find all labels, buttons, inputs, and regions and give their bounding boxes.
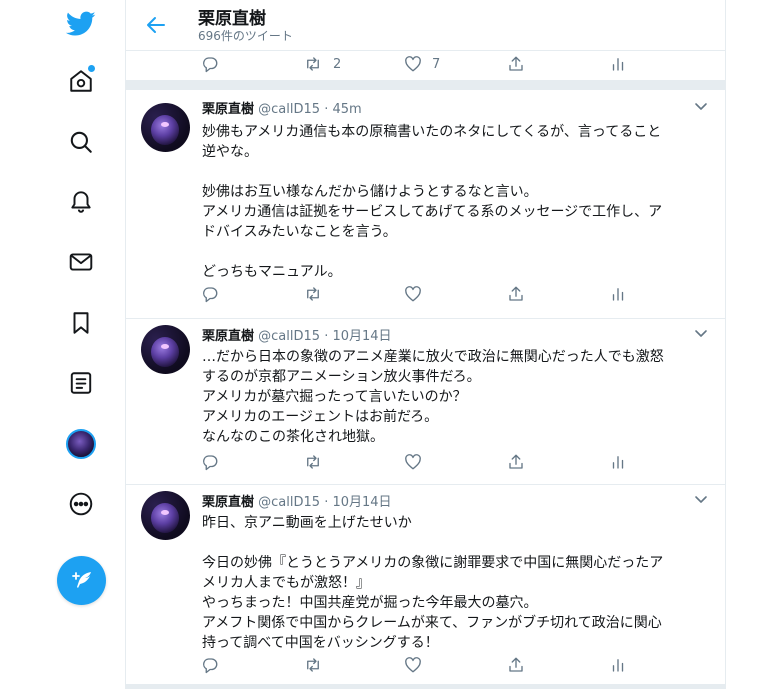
share-button[interactable] xyxy=(507,55,525,73)
share-icon xyxy=(509,454,523,469)
like-button[interactable] xyxy=(404,656,422,674)
side-navigation xyxy=(0,0,125,689)
handle[interactable]: @callD15 xyxy=(258,102,320,117)
chevron-down-icon[interactable] xyxy=(693,325,709,341)
display-name[interactable]: 栗原直樹 xyxy=(202,329,254,344)
share-button[interactable] xyxy=(507,656,525,674)
meta-dot: · xyxy=(324,102,329,117)
tweet[interactable]: 栗原直樹 @callD15 · 10月14日 …だから日本の象徴のアニメ産業に放… xyxy=(126,319,725,485)
heart-icon xyxy=(405,56,421,72)
back-arrow-icon[interactable] xyxy=(143,12,169,38)
tweet[interactable]: 栗原直樹 @callD15 · 10月14日 昨日、京アニ動画を上げたせいか 今… xyxy=(126,485,725,685)
tweet-actions xyxy=(126,448,725,474)
retweet-button[interactable] xyxy=(303,285,323,303)
avatar[interactable] xyxy=(141,103,190,152)
analytics-icon xyxy=(612,659,624,672)
share-icon xyxy=(509,286,523,301)
timeline-column: 栗原直樹 696件のツイート 2 7 栗原直樹 @callD15 · 45m 妙… xyxy=(125,0,726,689)
timestamp[interactable]: 10月14日 xyxy=(332,329,391,344)
page-title: 栗原直樹 xyxy=(198,9,266,29)
tweet-text: 妙佛もアメリカ通信も本の原稿書いたのネタにしてくるが、言ってること 逆やな。 妙… xyxy=(202,124,663,280)
bookmarks-icon[interactable] xyxy=(58,300,104,346)
retweet-icon xyxy=(307,455,319,469)
reply-button[interactable] xyxy=(201,453,219,471)
reply-icon xyxy=(203,287,218,303)
handle[interactable]: @callD15 xyxy=(258,329,320,344)
retweet-button[interactable] xyxy=(303,453,323,471)
share-icon xyxy=(509,56,523,71)
chevron-down-icon[interactable] xyxy=(693,98,709,114)
retweet-icon xyxy=(307,287,319,301)
handle[interactable]: @callD15 xyxy=(258,495,320,510)
tweet-actions xyxy=(126,651,725,677)
meta-dot: · xyxy=(324,495,329,510)
section-separator xyxy=(126,80,725,90)
like-button[interactable] xyxy=(404,285,422,303)
tweet-meta: 栗原直樹 @callD15 · 10月14日 xyxy=(202,325,392,344)
display-name[interactable]: 栗原直樹 xyxy=(202,495,254,510)
tweet-text: 昨日、京アニ動画を上げたせいか 今日の妙佛『とうとうアメリカの象徴に謝罪要求で中… xyxy=(202,515,664,651)
tweet-count: 696件のツイート xyxy=(198,29,293,43)
timestamp[interactable]: 10月14日 xyxy=(332,495,391,510)
retweet-icon xyxy=(307,658,319,672)
tweet-actions xyxy=(126,280,725,306)
reply-button[interactable] xyxy=(201,55,219,73)
like-button[interactable]: 7 xyxy=(404,55,440,73)
heart-icon xyxy=(405,286,421,302)
analytics-button[interactable] xyxy=(609,656,627,674)
explore-icon[interactable] xyxy=(58,119,104,165)
chevron-down-icon[interactable] xyxy=(693,491,709,507)
tweet[interactable]: 栗原直樹 @callD15 · 45m 妙佛もアメリカ通信も本の原稿書いたのネタ… xyxy=(126,92,725,319)
avatar[interactable] xyxy=(141,491,190,540)
reply-icon xyxy=(203,57,218,73)
tweet-actions: 2 7 xyxy=(126,50,725,76)
retweet-button[interactable]: 2 xyxy=(303,55,341,73)
reply-icon xyxy=(203,455,218,471)
lists-icon[interactable] xyxy=(58,360,104,406)
notification-dot xyxy=(87,64,96,73)
messages-icon[interactable] xyxy=(58,239,104,285)
analytics-icon xyxy=(612,58,624,71)
profile-header: 栗原直樹 696件のツイート xyxy=(126,0,725,51)
timestamp[interactable]: 45m xyxy=(332,102,361,117)
like-count: 7 xyxy=(432,56,441,72)
compose-tweet-icon xyxy=(71,571,91,588)
analytics-button[interactable] xyxy=(609,453,627,471)
compose-tweet-button[interactable] xyxy=(57,556,106,605)
retweet-icon xyxy=(307,57,319,71)
section-separator xyxy=(126,684,725,689)
heart-icon xyxy=(405,657,421,673)
avatar[interactable] xyxy=(141,325,190,374)
profile-avatar[interactable] xyxy=(58,421,104,467)
share-button[interactable] xyxy=(507,453,525,471)
reply-button[interactable] xyxy=(201,656,219,674)
more-icon[interactable] xyxy=(58,481,104,527)
retweet-count: 2 xyxy=(333,56,342,72)
notifications-icon[interactable] xyxy=(58,178,104,224)
analytics-icon xyxy=(612,288,624,301)
heart-icon xyxy=(405,454,421,470)
analytics-icon xyxy=(612,456,624,469)
tweet-text: …だから日本の象徴のアニメ産業に放火で政治に無関心だった人でも激怒 するのが京都… xyxy=(202,349,664,445)
like-button[interactable] xyxy=(404,453,422,471)
analytics-button[interactable] xyxy=(609,55,627,73)
tweet-meta: 栗原直樹 @callD15 · 45m xyxy=(202,98,362,117)
share-icon xyxy=(509,657,523,672)
reply-icon xyxy=(203,658,218,674)
reply-button[interactable] xyxy=(201,285,219,303)
retweet-button[interactable] xyxy=(303,656,323,674)
meta-dot: · xyxy=(324,329,329,344)
share-button[interactable] xyxy=(507,285,525,303)
twitter-bird-icon[interactable] xyxy=(58,1,104,47)
tweet-meta: 栗原直樹 @callD15 · 10月14日 xyxy=(202,491,392,510)
display-name[interactable]: 栗原直樹 xyxy=(202,102,254,117)
home-icon[interactable] xyxy=(58,58,104,104)
analytics-button[interactable] xyxy=(609,285,627,303)
